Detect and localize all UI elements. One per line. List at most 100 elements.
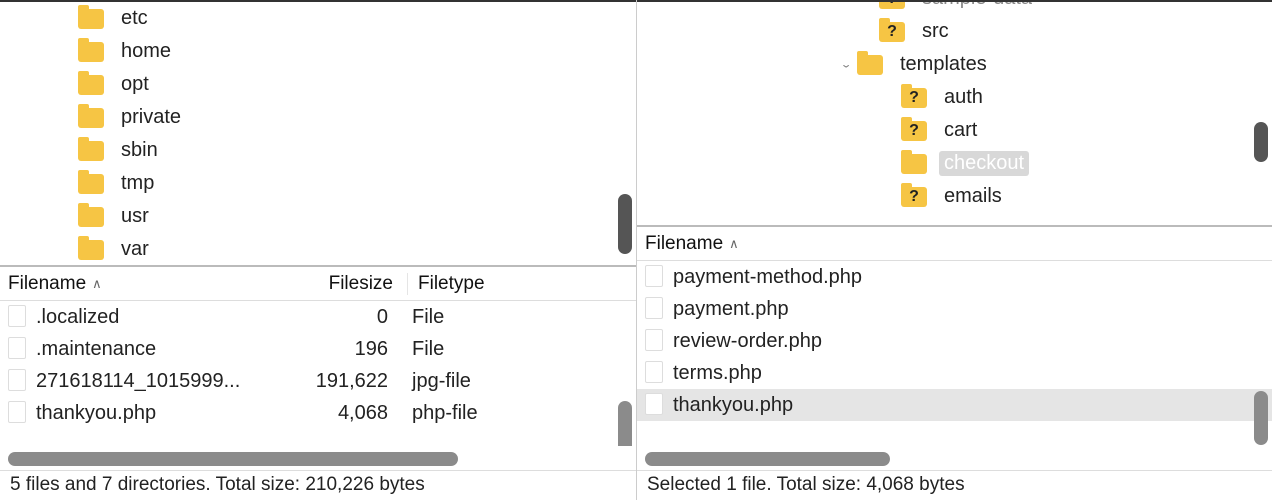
cell-filename: thankyou.php <box>36 402 282 425</box>
tree-item-label: emails <box>939 184 1007 209</box>
cell-filename: terms.php <box>673 362 1264 385</box>
list-row[interactable]: .maintenance196File <box>0 333 636 365</box>
local-tree-scrollbar[interactable] <box>618 194 632 254</box>
local-list-hscroll[interactable] <box>8 452 628 466</box>
list-row[interactable]: thankyou.php4,068php-file <box>0 397 636 429</box>
cell-filename: thankyou.php <box>673 394 1264 417</box>
tree-item[interactable]: private <box>0 101 636 134</box>
cell-filesize: 196 <box>282 338 402 361</box>
tree-item[interactable]: opt <box>0 68 636 101</box>
tree-item-label: tmp <box>116 171 159 196</box>
folder-icon <box>78 207 104 227</box>
file-icon <box>645 393 663 415</box>
tree-item-label: checkout <box>939 151 1029 176</box>
cell-filesize: 4,068 <box>282 402 402 425</box>
tree-item[interactable]: src <box>637 15 1272 48</box>
folder-icon <box>857 55 883 75</box>
file-icon <box>645 329 663 351</box>
remote-list-body[interactable]: payment-method.php payment.php review-orde… <box>637 261 1272 446</box>
tree-item[interactable]: checkout <box>637 147 1272 180</box>
cell-filetype: File <box>402 306 522 329</box>
sort-asc-icon: ∧ <box>92 276 102 292</box>
tree-item-label: var <box>116 237 154 262</box>
cell-filetype: php-file <box>402 402 522 425</box>
file-icon <box>8 305 26 327</box>
ftp-dual-pane: etc home opt private sbin tmp usr var Filename∧… <box>0 0 1272 500</box>
local-list-vscroll[interactable] <box>618 401 632 446</box>
local-list-header: Filename∧ Filesize Filetype <box>0 267 636 301</box>
cell-filename: .localized <box>36 306 282 329</box>
sort-asc-icon: ∧ <box>729 236 739 252</box>
tree-item[interactable]: home <box>0 35 636 68</box>
folder-icon <box>78 42 104 62</box>
cell-filetype: File <box>402 338 522 361</box>
folder-unknown-icon <box>901 187 927 207</box>
folder-unknown-icon <box>901 121 927 141</box>
folder-icon <box>78 75 104 95</box>
file-icon <box>645 361 663 383</box>
list-row[interactable]: review-order.php <box>637 325 1272 357</box>
folder-unknown-icon <box>901 88 927 108</box>
folder-icon <box>78 9 104 29</box>
col-filename[interactable]: Filename∧ <box>8 273 288 295</box>
remote-list-hscroll[interactable] <box>645 452 1264 466</box>
list-row[interactable]: thankyou.php <box>637 389 1272 421</box>
tree-item-label: templates <box>895 52 992 77</box>
tree-item-label: etc <box>116 6 153 31</box>
tree-item-label: opt <box>116 72 154 97</box>
tree-item[interactable]: tmp <box>0 167 636 200</box>
cell-filesize: 0 <box>282 306 402 329</box>
list-row[interactable]: .localized0File <box>0 301 636 333</box>
tree-item-label: cart <box>939 118 982 143</box>
col-filesize[interactable]: Filesize <box>288 273 408 295</box>
tree-item-label: private <box>116 105 186 130</box>
tree-item[interactable]: sbin <box>0 134 636 167</box>
tree-item-label: src <box>917 19 954 44</box>
tree-item[interactable]: usr <box>0 200 636 233</box>
folder-icon <box>901 154 927 174</box>
folder-icon <box>78 141 104 161</box>
cell-filesize: 191,622 <box>282 370 402 393</box>
local-pane: etc home opt private sbin tmp usr var Filename∧… <box>0 0 636 500</box>
remote-list-header: Filename∧ <box>637 227 1272 261</box>
tree-item[interactable]: var <box>0 233 636 265</box>
tree-item[interactable]: etc <box>0 2 636 35</box>
tree-item-label: auth <box>939 85 988 110</box>
cell-filename: .maintenance <box>36 338 282 361</box>
list-row[interactable]: payment.php <box>637 293 1272 325</box>
remote-status: Selected 1 file. Total size: 4,068 bytes <box>637 470 1272 500</box>
file-icon <box>8 337 26 359</box>
folder-icon <box>78 240 104 260</box>
tree-item[interactable]: sample-data <box>637 0 1272 15</box>
tree-item-label: home <box>116 39 176 64</box>
tree-item[interactable]: auth <box>637 81 1272 114</box>
tree-item-label: sample-data <box>917 0 1037 11</box>
local-list-body[interactable]: .localized0File.maintenance196File271618… <box>0 301 636 446</box>
file-icon <box>8 401 26 423</box>
local-status: 5 files and 7 directories. Total size: 2… <box>0 470 636 500</box>
remote-tree-scrollbar[interactable] <box>1254 122 1268 162</box>
cell-filename: 271618114_1015999... <box>36 370 282 393</box>
folder-unknown-icon <box>879 22 905 42</box>
col-filetype[interactable]: Filetype <box>408 273 528 295</box>
remote-file-list: Filename∧ payment-method.php payment.php r… <box>637 225 1272 500</box>
chevron-down-icon[interactable]: ⌄ <box>835 56 857 73</box>
col-filename[interactable]: Filename∧ <box>645 233 925 255</box>
folder-icon <box>78 174 104 194</box>
tree-item[interactable]: ⌄ templates <box>637 48 1272 81</box>
file-icon <box>645 265 663 287</box>
cell-filename: review-order.php <box>673 330 1264 353</box>
list-row[interactable]: terms.php <box>637 357 1272 389</box>
folder-icon <box>78 108 104 128</box>
tree-item[interactable]: cart <box>637 114 1272 147</box>
cell-filename: payment.php <box>673 298 1264 321</box>
remote-list-vscroll[interactable] <box>1254 391 1268 445</box>
list-row[interactable]: payment-method.php <box>637 261 1272 293</box>
local-tree[interactable]: etc home opt private sbin tmp usr var <box>0 0 636 265</box>
list-row[interactable]: 271618114_1015999...191,622jpg-file <box>0 365 636 397</box>
tree-item[interactable]: emails <box>637 180 1272 213</box>
file-icon <box>8 369 26 391</box>
file-icon <box>645 297 663 319</box>
folder-unknown-icon <box>879 0 905 9</box>
remote-tree[interactable]: sample-data src ⌄ templates auth cart checkout… <box>637 0 1272 225</box>
